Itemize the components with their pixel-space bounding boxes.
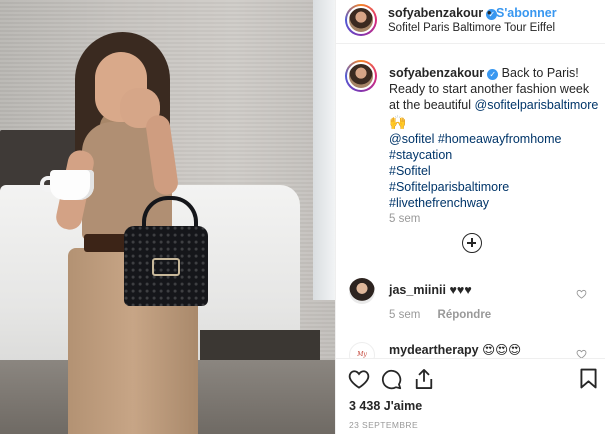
caption-time[interactable]: 5 sem: [389, 213, 420, 225]
heart-icon[interactable]: [576, 289, 587, 299]
mug: [50, 170, 94, 200]
comment-body: ♥♥♥: [449, 283, 472, 297]
reply-button[interactable]: Répondre: [438, 309, 492, 321]
bookmark-icon[interactable]: [580, 368, 597, 389]
commenter-username[interactable]: mydeartherapy: [389, 343, 479, 357]
post-header: sofyabenzakour ✓ • S'abonner Sofitel Pari…: [336, 0, 605, 44]
likes-count[interactable]: 3 438 J'aime: [349, 399, 422, 413]
post-date[interactable]: 23 SEPTEMBRE: [349, 420, 418, 430]
heart-icon[interactable]: [348, 369, 370, 389]
verified-icon: ✓: [487, 69, 499, 80]
comment-body: 😍😍😍: [482, 343, 522, 357]
caption-username[interactable]: sofyabenzakour ✓: [389, 66, 499, 80]
action-bar: 3 438 J'aime 23 SEPTEMBRE: [336, 358, 605, 434]
hashtag-link[interactable]: #livethefrenchway: [389, 195, 599, 211]
comment-meta: 5 sem Répondre: [389, 309, 491, 321]
hashtag-link[interactable]: @sofitel #homeawayfromhome: [389, 131, 599, 147]
post-sidebar: sofyabenzakour ✓ • S'abonner Sofitel Pari…: [336, 0, 605, 434]
raised-hands-emoji: 🙌: [389, 114, 407, 130]
heart-icon[interactable]: [576, 349, 587, 358]
hashtag-link[interactable]: #Sofitel: [389, 163, 599, 179]
comment-icon[interactable]: [381, 369, 402, 390]
separator-dot: •: [487, 6, 492, 20]
commenter-avatar[interactable]: My Dear: [349, 342, 375, 358]
post-photo[interactable]: [0, 0, 335, 434]
plus-circle-icon[interactable]: [462, 233, 482, 253]
author-avatar[interactable]: [345, 4, 377, 36]
location-link[interactable]: Sofitel Paris Baltimore Tour Eiffel: [388, 22, 555, 34]
hashtag-link[interactable]: #staycation: [389, 147, 599, 163]
author-username[interactable]: sofyabenzakour ✓: [388, 6, 498, 20]
comment-item: My Dear mydeartherapy 😍😍😍: [336, 340, 605, 358]
commenter-username[interactable]: jas_miinii: [389, 283, 446, 297]
follow-button[interactable]: S'abonner: [496, 6, 557, 20]
comment-time[interactable]: 5 sem: [389, 309, 420, 321]
hashtag-link[interactable]: #Sofitelparisbaltimore: [389, 179, 599, 195]
comment-text: jas_miinii ♥♥♥: [389, 283, 472, 297]
commenter-avatar[interactable]: [349, 278, 375, 304]
window-curtain: [313, 0, 335, 300]
caption-text: sofyabenzakour ✓ Back to Paris! Ready to …: [389, 65, 599, 211]
share-icon[interactable]: [414, 368, 434, 390]
bag-buckle: [152, 258, 180, 276]
comment-text: mydeartherapy 😍😍😍: [389, 342, 521, 357]
mention-link[interactable]: @sofitelparisbaltimore: [475, 98, 599, 112]
caption-avatar[interactable]: [345, 60, 377, 92]
